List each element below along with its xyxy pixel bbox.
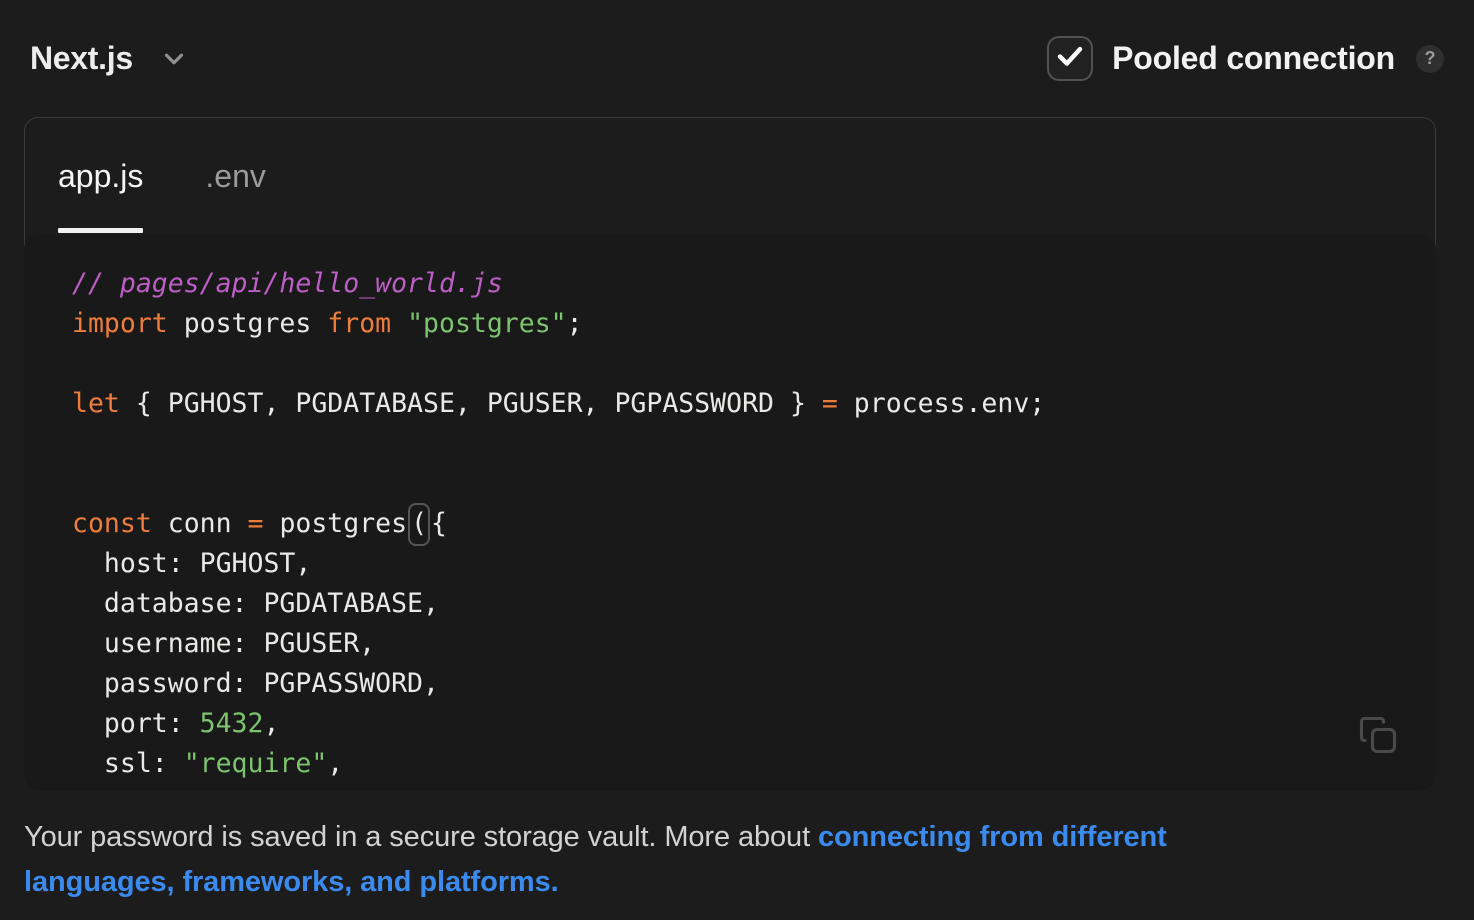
code-line: username: PGUSER, [72,624,1416,664]
tab-env[interactable]: .env [205,118,265,235]
code-line: const conn = postgres({ [72,504,1416,544]
copy-icon [1356,713,1400,757]
code-line: host: PGHOST, [72,544,1416,584]
pooled-connection-checkbox[interactable] [1047,36,1093,81]
checkmark-icon [1055,41,1085,76]
code-tabs: app.js .env [25,118,1435,235]
code-line: database: PGDATABASE, [72,584,1416,624]
code-line: // pages/api/hello_world.js [72,264,1416,304]
framework-selector[interactable]: Next.js [30,40,189,77]
code-line: let { PGHOST, PGDATABASE, PGUSER, PGPASS… [72,384,1416,424]
pooled-connection-group: Pooled connection ? [1047,36,1444,81]
copy-button[interactable] [1356,713,1400,757]
code-card: app.js .env // pages/api/hello_world.jsim… [24,117,1436,791]
code-line [72,424,1416,464]
pooled-connection-label: Pooled connection [1112,40,1395,77]
password-vault-note: Your password is saved in a secure stora… [24,815,1314,905]
framework-selector-label: Next.js [30,40,133,77]
code-line: port: 5432, [72,704,1416,744]
code-editor: // pages/api/hello_world.jsimport postgr… [24,235,1436,791]
code-content: // pages/api/hello_world.jsimport postgr… [24,235,1436,791]
vault-note-text: Your password is saved in a secure stora… [24,821,818,853]
code-line: import postgres from "postgres"; [72,304,1416,344]
code-line: password: PGPASSWORD, [72,664,1416,704]
chevron-down-icon [159,44,189,74]
code-line: ssl: "require", [72,744,1416,784]
tab-app-js[interactable]: app.js [58,118,143,235]
help-icon[interactable]: ? [1416,45,1444,73]
code-line [72,344,1416,384]
connection-topbar: Next.js Pooled connection ? [0,0,1474,117]
code-line [72,464,1416,504]
